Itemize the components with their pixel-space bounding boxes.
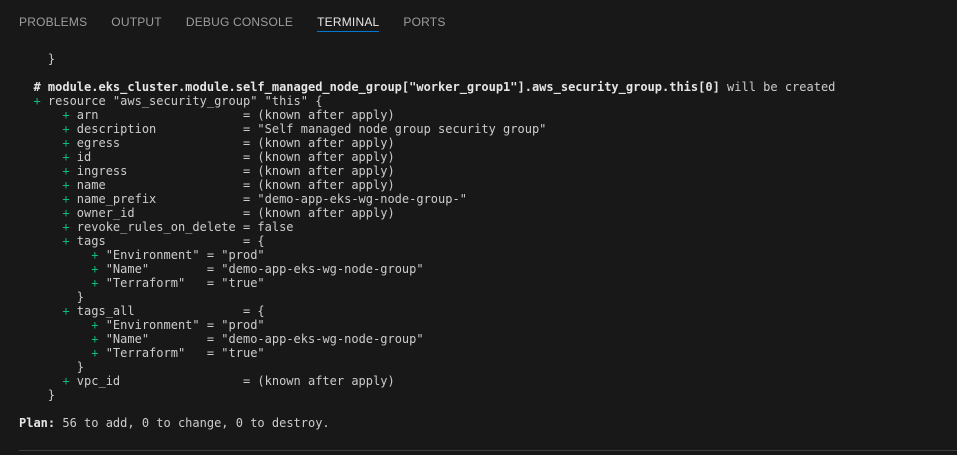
terminal-line: + name_prefix = "demo-app-eks-wg-node-gr… bbox=[19, 192, 947, 206]
terminal-line: } bbox=[19, 290, 947, 304]
terminal-line: + "Name" = "demo-app-eks-wg-node-group" bbox=[19, 332, 947, 346]
plus-marker: + bbox=[19, 178, 77, 192]
terminal-line: Plan: 56 to add, 0 to change, 0 to destr… bbox=[19, 416, 947, 430]
line-text: resource "aws_security_group" "this" { bbox=[47, 94, 323, 108]
line-text: "Terraform" = "true" bbox=[105, 276, 265, 290]
terminal-line: + arn = (known after apply) bbox=[19, 108, 947, 122]
terminal-line: # module.eks_cluster.module.self_managed… bbox=[19, 80, 947, 94]
line-text: name = (known after apply) bbox=[76, 178, 395, 192]
terminal-line: + "Environment" = "prod" bbox=[19, 248, 947, 262]
plus-marker: + bbox=[19, 248, 106, 262]
terminal-line: + ingress = (known after apply) bbox=[19, 164, 947, 178]
plus-marker: + bbox=[19, 164, 77, 178]
plus-marker: + bbox=[19, 374, 77, 388]
line-text: tags_all = { bbox=[76, 304, 265, 318]
terminal-line: + revoke_rules_on_delete = false bbox=[19, 220, 947, 234]
terminal-line: + "Name" = "demo-app-eks-wg-node-group" bbox=[19, 262, 947, 276]
tab-output[interactable]: OUTPUT bbox=[111, 0, 162, 29]
line-text: owner_id = (known after apply) bbox=[76, 206, 395, 220]
plus-marker: + bbox=[19, 234, 77, 248]
terminal-panel: PROBLEMS OUTPUT DEBUG CONSOLE TERMINAL P… bbox=[0, 0, 957, 455]
tab-problems[interactable]: PROBLEMS bbox=[19, 0, 87, 29]
line-text: id = (known after apply) bbox=[76, 150, 395, 164]
plus-marker: + bbox=[19, 122, 77, 136]
terminal-line: + tags_all = { bbox=[19, 304, 947, 318]
line-text: "Name" = "demo-app-eks-wg-node-group" bbox=[105, 332, 424, 346]
line-text: tags = { bbox=[76, 234, 265, 248]
line-text: description = "Self managed node group s… bbox=[76, 122, 547, 136]
plus-marker: + bbox=[19, 346, 106, 360]
line-text: arn = (known after apply) bbox=[76, 108, 395, 122]
terminal-line: + id = (known after apply) bbox=[19, 150, 947, 164]
terminal-line: } bbox=[19, 360, 947, 374]
line-text: "Environment" = "prod" bbox=[105, 318, 265, 332]
plus-marker: + bbox=[19, 276, 106, 290]
tab-terminal[interactable]: TERMINAL bbox=[317, 0, 380, 32]
plus-marker: + bbox=[19, 206, 77, 220]
plus-marker: + bbox=[19, 220, 77, 234]
plus-marker: + bbox=[19, 150, 77, 164]
terminal-line: + vpc_id = (known after apply) bbox=[19, 374, 947, 388]
tab-ports[interactable]: PORTS bbox=[403, 0, 445, 29]
line-text: } bbox=[19, 290, 85, 304]
tab-debug-console[interactable]: DEBUG CONSOLE bbox=[186, 0, 293, 29]
terminal-line: } bbox=[19, 52, 947, 66]
line-text: revoke_rules_on_delete = false bbox=[76, 220, 294, 234]
line-text: 56 to add, 0 to change, 0 to destroy. bbox=[55, 416, 330, 430]
terminal-line: + "Environment" = "prod" bbox=[19, 318, 947, 332]
terminal-line: + owner_id = (known after apply) bbox=[19, 206, 947, 220]
terminal-line: + resource "aws_security_group" "this" { bbox=[19, 94, 947, 108]
terminal-line: + "Terraform" = "true" bbox=[19, 276, 947, 290]
plan-label: Plan: bbox=[19, 416, 56, 430]
line-suffix: will be created bbox=[719, 80, 836, 94]
line-text: "Environment" = "prod" bbox=[105, 248, 265, 262]
plus-marker: + bbox=[19, 192, 77, 206]
line-text: } bbox=[19, 52, 56, 66]
plus-marker: + bbox=[19, 304, 77, 318]
plus-marker: + bbox=[19, 136, 77, 150]
panel-divider bbox=[19, 450, 957, 451]
line-text: ingress = (known after apply) bbox=[76, 164, 395, 178]
line-text: vpc_id = (known after apply) bbox=[76, 374, 395, 388]
line-text: "Terraform" = "true" bbox=[105, 346, 265, 360]
line-text: "Name" = "demo-app-eks-wg-node-group" bbox=[105, 262, 424, 276]
line-text: } bbox=[19, 388, 56, 402]
plus-marker: + bbox=[19, 94, 48, 108]
terminal-output[interactable]: } # module.eks_cluster.module.self_manag… bbox=[19, 52, 947, 430]
terminal-line: + tags = { bbox=[19, 234, 947, 248]
terminal-line: } bbox=[19, 388, 947, 402]
terminal-line: + name = (known after apply) bbox=[19, 178, 947, 192]
line-text: egress = (known after apply) bbox=[76, 136, 395, 150]
line-text: name_prefix = "demo-app-eks-wg-node-grou… bbox=[76, 192, 467, 206]
terminal-line: + egress = (known after apply) bbox=[19, 136, 947, 150]
plus-marker: + bbox=[19, 332, 106, 346]
terminal-line: + description = "Self managed node group… bbox=[19, 122, 947, 136]
line-text: # module.eks_cluster.module.self_managed… bbox=[19, 80, 720, 94]
terminal-line: + "Terraform" = "true" bbox=[19, 346, 947, 360]
plus-marker: + bbox=[19, 318, 106, 332]
line-text: } bbox=[19, 360, 85, 374]
plus-marker: + bbox=[19, 262, 106, 276]
plus-marker: + bbox=[19, 108, 77, 122]
panel-tab-bar: PROBLEMS OUTPUT DEBUG CONSOLE TERMINAL P… bbox=[0, 0, 470, 44]
